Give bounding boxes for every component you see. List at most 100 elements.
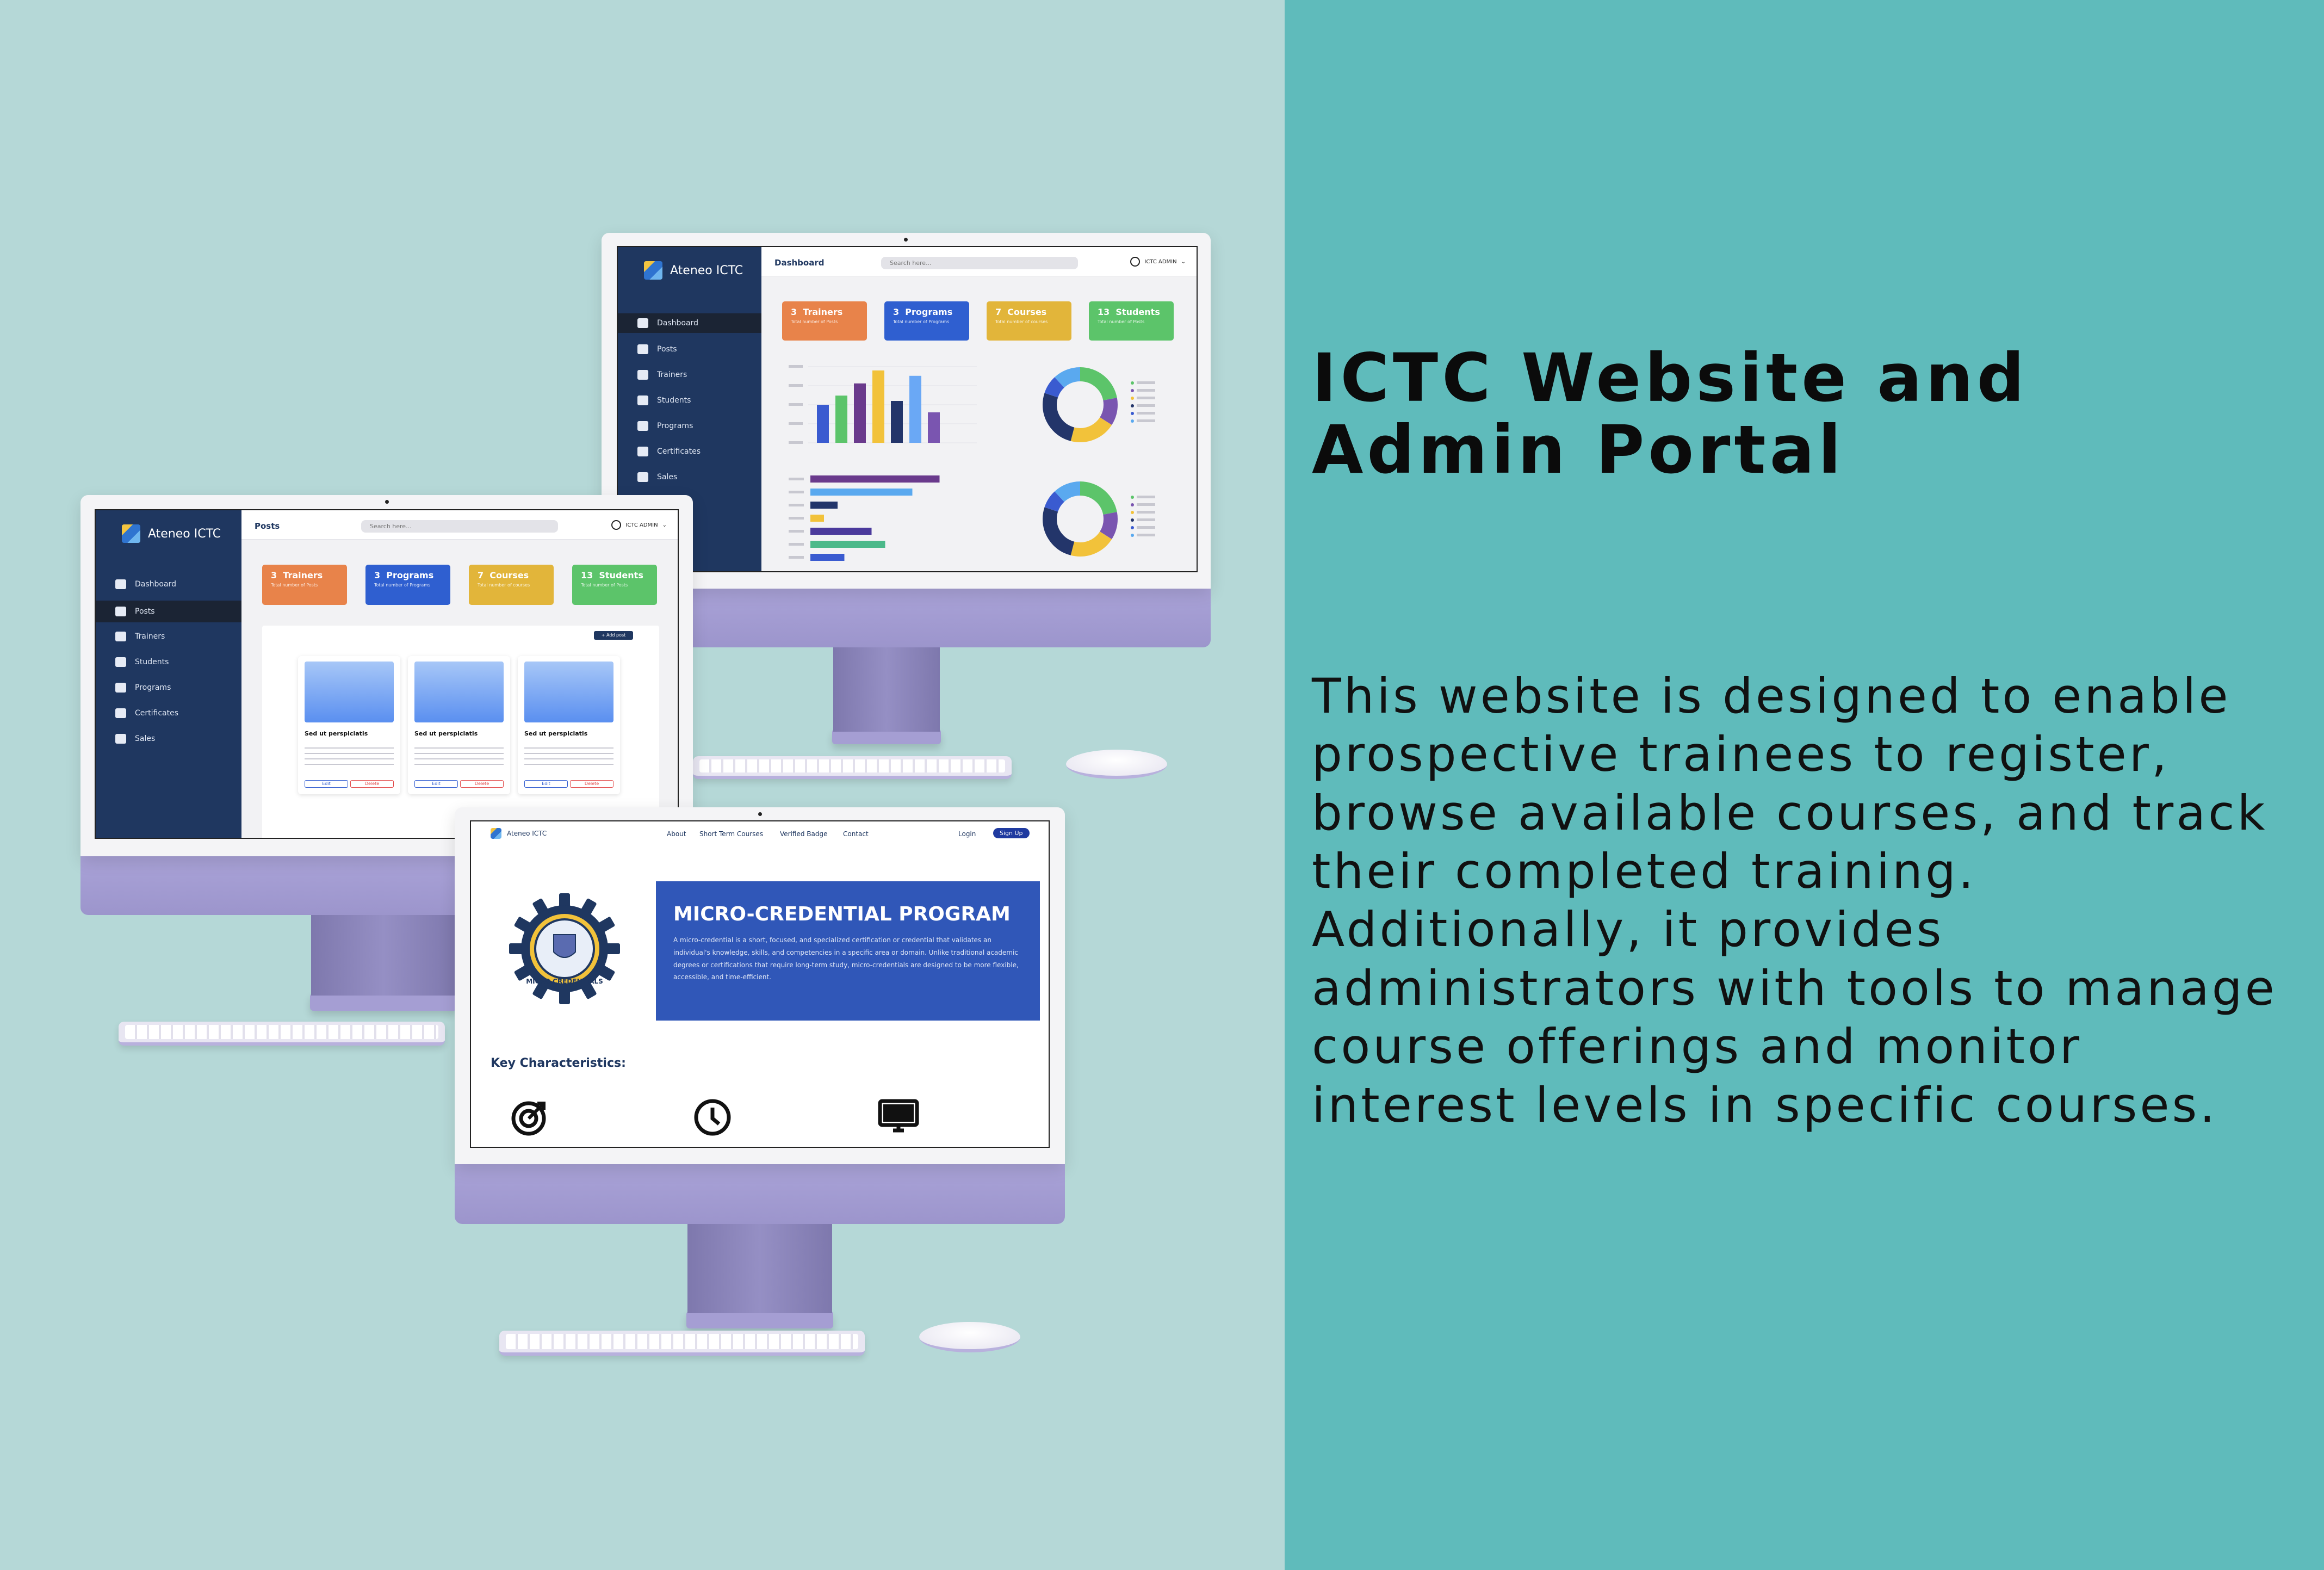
legend-label <box>1137 412 1155 415</box>
post-image <box>414 662 504 722</box>
stat-card-trainers[interactable]: 3 Trainers Total number of Posts <box>782 301 867 341</box>
tick-label <box>789 441 803 444</box>
sidebar-item-trainers[interactable]: Trainers <box>618 365 761 385</box>
post-excerpt <box>305 743 394 765</box>
chevron-down-icon: ⌄ <box>1181 258 1186 265</box>
monitor-bezel: Ateneo ICTC Dashboard Posts Trainers Stu… <box>602 233 1211 589</box>
sidebar-item-dashboard[interactable]: Dashboard <box>618 313 761 333</box>
tick-label <box>789 543 804 546</box>
stat-card-programs[interactable]: 3 Programs Total number of Programs <box>365 565 450 605</box>
sidebar-item-label: Dashboard <box>135 580 176 589</box>
nav-contact[interactable]: Contact <box>843 830 869 838</box>
edit-button[interactable]: Edit <box>414 780 458 788</box>
sidebar-item-students[interactable]: Students <box>96 652 241 672</box>
chart-bar <box>928 412 940 443</box>
sidebar-item-label: Sales <box>657 473 678 481</box>
stat-subtitle: Total number of Posts <box>271 583 318 588</box>
add-post-button[interactable]: + Add post <box>594 631 633 640</box>
legend-marker <box>1131 511 1134 514</box>
legend-label <box>1137 518 1155 521</box>
search-input[interactable]: Search here... <box>881 257 1078 269</box>
users-icon <box>637 395 648 405</box>
logo-icon <box>644 261 662 280</box>
search-input[interactable]: Search here... <box>361 520 558 533</box>
chart-bar <box>810 502 838 509</box>
page-title: Dashboard <box>774 258 825 268</box>
user-menu[interactable]: ICTC ADMIN ⌄ <box>1130 257 1186 267</box>
sidebar-item-dashboard[interactable]: Dashboard <box>96 574 241 594</box>
brand[interactable]: Ateneo ICTC <box>644 261 743 280</box>
legend-marker <box>1131 526 1134 529</box>
avatar-icon <box>611 520 622 530</box>
nav-short-term-courses[interactable]: Short Term Courses <box>699 830 763 838</box>
tick-label <box>789 384 803 387</box>
posts-icon <box>637 344 648 354</box>
post-card[interactable]: Sed ut perspiciatis Edit Delete <box>408 656 510 794</box>
edit-button[interactable]: Edit <box>305 780 348 788</box>
stat-label: Programs <box>905 307 953 317</box>
legend-label <box>1137 381 1155 384</box>
sidebar-item-posts[interactable]: Posts <box>618 339 761 359</box>
certificate-icon <box>637 447 648 456</box>
stat-card-students[interactable]: 13 Students Total number of Posts <box>572 565 657 605</box>
stat-subtitle: Total number of courses <box>478 583 530 588</box>
stat-label: Trainers <box>803 307 843 317</box>
chevron-down-icon: ⌄ <box>662 522 667 528</box>
logo-icon <box>491 828 501 839</box>
users-icon <box>115 657 126 667</box>
legend-label <box>1137 526 1155 529</box>
sidebar-item-students[interactable]: Students <box>618 391 761 410</box>
post-title: Sed ut perspiciatis <box>524 730 588 737</box>
stat-value: 3 <box>791 307 797 317</box>
tick-label <box>789 517 804 520</box>
sidebar-item-certificates[interactable]: Certificates <box>618 442 761 461</box>
stat-card-trainers[interactable]: 3 Trainers Total number of Posts <box>262 565 347 605</box>
signup-button[interactable]: Sign Up <box>993 828 1030 838</box>
sales-icon <box>115 734 126 744</box>
target-icon <box>511 1101 546 1136</box>
delete-button[interactable]: Delete <box>350 780 394 788</box>
legend-marker <box>1131 496 1134 499</box>
sidebar-item-label: Students <box>657 396 691 405</box>
sidebar-item-sales[interactable]: Sales <box>618 467 761 487</box>
stat-card-students[interactable]: 13 Students Total number of Posts <box>1089 301 1174 341</box>
delete-button[interactable]: Delete <box>460 780 504 788</box>
monitor-bezel: Ateneo ICTC About Short Term Courses Ver… <box>455 807 1065 1164</box>
sidebar-item-posts[interactable]: Posts <box>96 601 241 622</box>
hero-text: A micro-credential is a short, focused, … <box>673 936 1019 981</box>
stat-subtitle: Total number of Programs <box>374 583 431 588</box>
search-placeholder: Search here... <box>890 259 932 267</box>
nav-verified-badge[interactable]: Verified Badge <box>780 830 828 838</box>
stat-card-courses[interactable]: 7 Courses Total number of courses <box>469 565 554 605</box>
legend-label <box>1137 503 1155 506</box>
brand[interactable]: Ateneo ICTC <box>122 524 221 543</box>
keyboard <box>693 756 1012 779</box>
post-image <box>305 662 394 722</box>
posts-screen: Ateneo ICTC Dashboard Posts Trainers Stu… <box>95 509 679 839</box>
camera-icon <box>758 812 762 816</box>
nav-about[interactable]: About <box>667 830 686 838</box>
login-link[interactable]: Login <box>958 830 976 838</box>
sidebar-item-programs[interactable]: Programs <box>96 678 241 697</box>
sidebar-item-programs[interactable]: Programs <box>618 416 761 436</box>
post-card[interactable]: Sed ut perspiciatis Edit Delete <box>518 656 620 794</box>
user-menu[interactable]: ICTC ADMIN ⌄ <box>611 520 667 530</box>
stat-subtitle: Total number of Posts <box>581 583 628 588</box>
stat-value: 13 <box>1098 307 1110 317</box>
chart-bar <box>909 375 921 443</box>
site-brand[interactable]: Ateneo ICTC <box>491 828 547 839</box>
post-card[interactable]: Sed ut perspiciatis Edit Delete <box>298 656 400 794</box>
legend-marker <box>1131 397 1134 400</box>
page-title: Posts <box>255 521 280 531</box>
edit-button[interactable]: Edit <box>524 780 568 788</box>
stat-card-programs[interactable]: 3 Programs Total number of Programs <box>884 301 969 341</box>
sidebar-item-sales[interactable]: Sales <box>96 729 241 749</box>
tick-label <box>789 403 803 406</box>
sidebar-item-trainers[interactable]: Trainers <box>96 627 241 646</box>
stat-card-courses[interactable]: 7 Courses Total number of courses <box>987 301 1071 341</box>
delete-button[interactable]: Delete <box>570 780 613 788</box>
sidebar-item-certificates[interactable]: Certificates <box>96 703 241 723</box>
tick-label <box>789 422 803 425</box>
chart-bar <box>872 370 884 443</box>
hero-title: MICRO-CREDENTIAL PROGRAM <box>673 903 1011 925</box>
